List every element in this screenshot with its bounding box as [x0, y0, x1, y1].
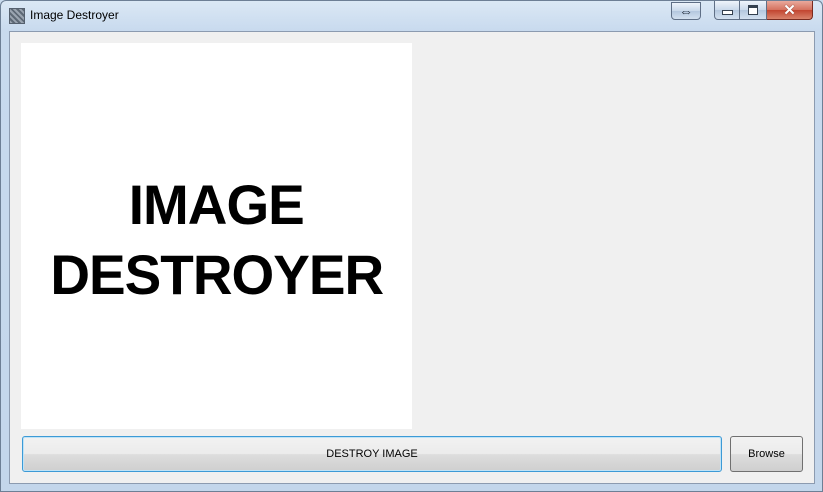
image-preview: IMAGE DESTROYER: [21, 43, 412, 429]
maximize-button[interactable]: [740, 1, 767, 20]
preview-text-line2: DESTROYER: [50, 243, 384, 306]
minimize-button[interactable]: [714, 1, 740, 20]
maximize-icon: [748, 5, 758, 15]
app-icon: [9, 8, 25, 24]
destroy-image-button[interactable]: DESTROY IMAGE: [22, 436, 722, 472]
browse-label: Browse: [748, 448, 785, 460]
destroy-image-label: DESTROY IMAGE: [326, 448, 418, 460]
close-button[interactable]: ✕: [767, 1, 813, 20]
double-arrow-icon: ⇔: [679, 3, 693, 19]
minimize-icon: [721, 10, 733, 15]
resize-button[interactable]: ⇔: [671, 2, 701, 20]
window-title: Image Destroyer: [30, 8, 119, 22]
title-bar[interactable]: Image Destroyer ⇔ ✕: [1, 1, 822, 31]
app-window: Image Destroyer ⇔ ✕ IMAGE DESTROYER DEST…: [0, 0, 823, 492]
browse-button[interactable]: Browse: [730, 436, 803, 472]
client-area: IMAGE DESTROYER DESTROY IMAGE Browse: [9, 31, 815, 484]
close-icon: ✕: [783, 1, 796, 19]
preview-text-line1: IMAGE: [129, 173, 305, 236]
